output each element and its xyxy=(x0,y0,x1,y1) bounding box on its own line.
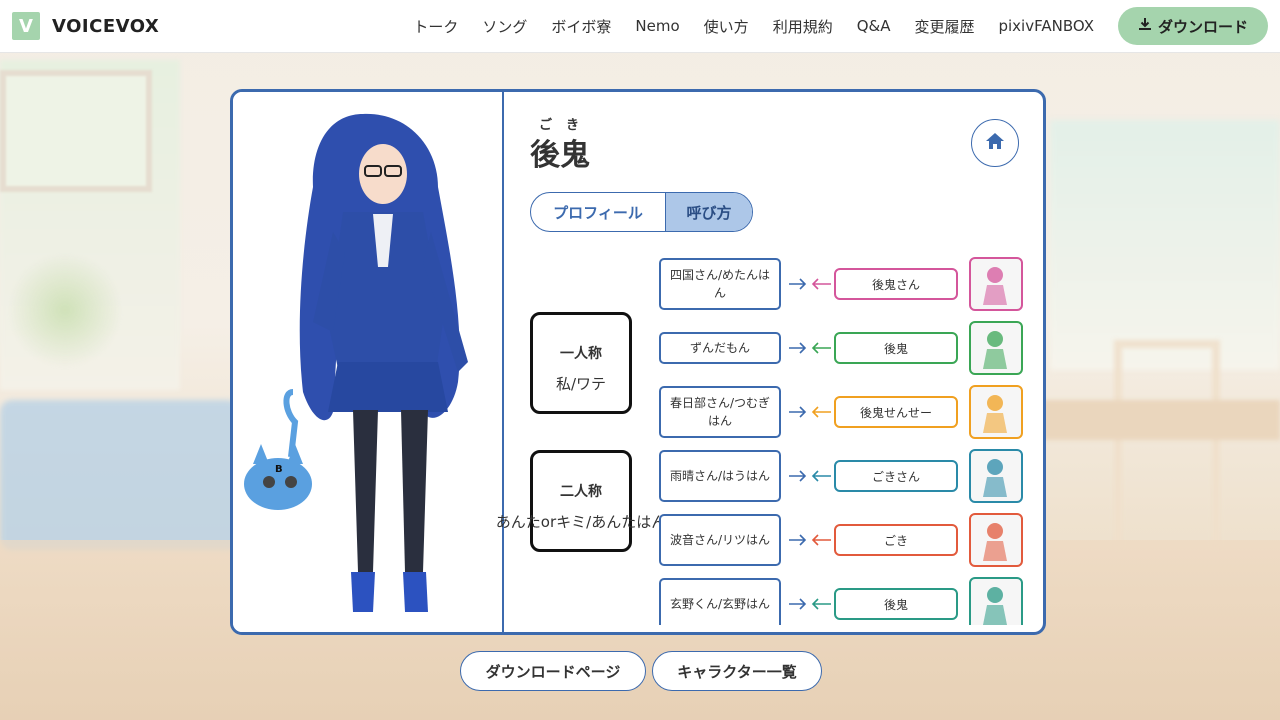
called-name-box: 後鬼 xyxy=(834,332,958,364)
nav-talk[interactable]: トーク xyxy=(413,16,458,37)
call-target-box: 四国さん/めたんはん xyxy=(659,258,781,310)
call-target-box: 春日部さん/つむぎはん xyxy=(659,386,781,438)
svg-text:B: B xyxy=(275,464,283,475)
nav-qa[interactable]: Q&A xyxy=(857,17,891,35)
character-name: 後鬼 xyxy=(530,138,590,173)
called-name-box: 後鬼 xyxy=(834,588,958,620)
arrows-icon xyxy=(787,513,835,567)
tab-profile[interactable]: プロフィール xyxy=(531,193,666,231)
second-person-box: 二人称 あんたorキミ/あんたはん xyxy=(496,450,666,552)
called-name-box: 後鬼せんせー xyxy=(834,396,958,428)
tab-switcher: プロフィール 呼び方 xyxy=(530,192,753,232)
nav-fanbox[interactable]: pixivFANBOX xyxy=(998,17,1094,35)
nav-howto[interactable]: 使い方 xyxy=(704,16,749,37)
second-person-title: 二人称 xyxy=(560,484,602,500)
call-target-box: ずんだもん xyxy=(659,332,781,364)
home-button[interactable] xyxy=(971,119,1019,167)
character-avatar[interactable] xyxy=(969,385,1023,439)
main-nav: トーク ソング ボイボ寮 Nemo 使い方 利用規約 Q&A 変更履歴 pixi… xyxy=(413,0,1280,52)
character-avatar[interactable] xyxy=(969,513,1023,567)
call-target-box: 玄野くん/玄野はん xyxy=(659,578,781,625)
site-header: V VOICEVOX トーク ソング ボイボ寮 Nemo 使い方 利用規約 Q&… xyxy=(0,0,1280,53)
first-person-box: 一人称 私/ワテ xyxy=(530,312,632,414)
download-icon xyxy=(1138,17,1152,35)
call-target-box: 雨晴さん/はうはん xyxy=(659,450,781,502)
call-row: ずんだもん 後鬼 xyxy=(659,321,1029,375)
call-list: 四国さん/めたんはん 後鬼さん ずんだもん 後鬼 春日部さん/つむぎはん 後鬼せんせー 雨晴… xyxy=(659,257,1029,625)
tab-calling[interactable]: 呼び方 xyxy=(666,193,752,231)
character-card: B ごき 後鬼 プロフィール 呼び方 一人称 私/ワテ 二人称 あんたorキミ/… xyxy=(230,89,1046,635)
home-icon xyxy=(985,132,1005,154)
first-person-value: 私/ワテ xyxy=(555,375,607,393)
call-row: 春日部さん/つむぎはん 後鬼せんせー xyxy=(659,385,1029,439)
download-page-button[interactable]: ダウンロードページ xyxy=(460,651,646,691)
call-row: 玄野くん/玄野はん 後鬼 xyxy=(659,577,1029,625)
arrows-icon xyxy=(787,257,835,311)
called-name-box: ごき xyxy=(834,524,958,556)
arrows-icon xyxy=(787,577,835,625)
character-avatar[interactable] xyxy=(969,577,1023,625)
nav-terms[interactable]: 利用規約 xyxy=(773,16,833,37)
call-row: 四国さん/めたんはん 後鬼さん xyxy=(659,257,1029,311)
nav-changelog[interactable]: 変更履歴 xyxy=(914,16,974,37)
character-list-button[interactable]: キャラクター一覧 xyxy=(652,651,822,691)
arrows-icon xyxy=(787,449,835,503)
called-name-box: ごきさん xyxy=(834,460,958,492)
character-avatar[interactable] xyxy=(969,321,1023,375)
call-chart-panel: ごき 後鬼 プロフィール 呼び方 一人称 私/ワテ 二人称 あんたorキミ/あん… xyxy=(496,92,1043,632)
call-row: 波音さん/リツはん ごき xyxy=(659,513,1029,567)
call-row: 雨晴さん/はうはん ごきさん xyxy=(659,449,1029,503)
second-person-value: あんたorキミ/あんたはん xyxy=(495,513,667,531)
download-label: ダウンロード xyxy=(1157,17,1248,36)
first-person-title: 一人称 xyxy=(560,346,602,362)
logo-mark: V xyxy=(12,12,40,40)
character-avatar[interactable] xyxy=(969,257,1023,311)
logo-text: VOICEVOX xyxy=(52,15,160,37)
character-avatar[interactable] xyxy=(969,449,1023,503)
download-button[interactable]: ダウンロード xyxy=(1117,7,1268,45)
nav-dorm[interactable]: ボイボ寮 xyxy=(551,16,611,37)
character-portrait: B xyxy=(233,92,504,632)
nav-song[interactable]: ソング xyxy=(482,16,527,37)
nav-nemo[interactable]: Nemo xyxy=(635,17,679,35)
call-target-box: 波音さん/リツはん xyxy=(659,514,781,566)
arrows-icon xyxy=(787,385,835,439)
called-name-box: 後鬼さん xyxy=(834,268,958,300)
site-logo[interactable]: V VOICEVOX xyxy=(12,12,159,40)
arrows-icon xyxy=(787,321,835,375)
